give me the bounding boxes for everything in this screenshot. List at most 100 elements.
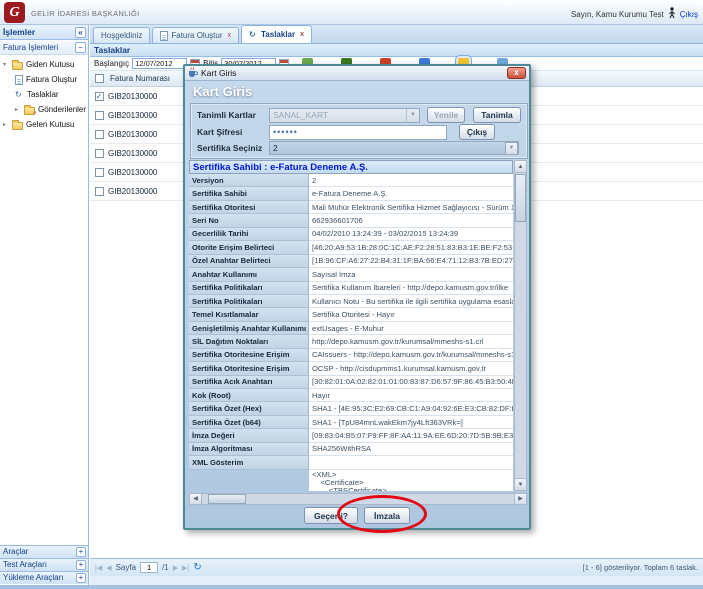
tree-item-gonderilenler[interactable]: ▸ Gönderilenler	[0, 102, 88, 117]
cert-row-label: Seri No	[189, 214, 309, 227]
cert-row[interactable]: Seri No 662936601706	[189, 214, 513, 227]
tab-hosgeldiniz[interactable]: Hoşgeldiniz	[93, 27, 150, 43]
cert-row[interactable]: Gecerlilik Tarihi 04/02/2010 13:24:39 - …	[189, 228, 513, 241]
tab-bar: Hoşgeldiniz Fatura Oluştur x ↻ Taslaklar…	[90, 25, 703, 44]
start-date-input[interactable]	[132, 58, 187, 69]
cert-row[interactable]: Anahtar Kullanımı Sayısal İmza	[189, 268, 513, 281]
cert-row-value: Mali Mühür Elektronik Sertifika Hizmet S…	[309, 201, 513, 214]
row-checkbox[interactable]	[95, 92, 104, 101]
accordion-yukleme-araclari[interactable]: Yükleme Araçları +	[0, 571, 88, 584]
draft-number: GIB20130000	[108, 92, 157, 101]
cert-row[interactable]: Sertifika Özet (b64) SHA1 - [TpU84mnLwak…	[189, 416, 513, 429]
tree-item-gelen-kutusu[interactable]: ▸ Gelen Kutusu	[0, 117, 88, 132]
logout-link[interactable]: Çıkış	[680, 10, 698, 19]
scroll-down-icon[interactable]: ▼	[515, 478, 526, 490]
sidebar-panel-title: İşlemler «	[0, 25, 88, 40]
tree-item-fatura-olustur[interactable]: Fatura Oluştur	[0, 72, 88, 87]
cert-row-label: İmza Değeri	[189, 429, 309, 442]
cert-row[interactable]: Temel Kısıtlamalar Sertifika Otoritesi -…	[189, 308, 513, 321]
certificate-owner-header: Sertifika Sahibi : e-Fatura Deneme A.Ş.	[189, 160, 513, 174]
sign-button[interactable]: İmzala	[364, 507, 410, 524]
cert-row[interactable]: İmza Değeri [09:83:04:B5:07:F9:FF:8F:AA:…	[189, 429, 513, 442]
collapse-sidebar-icon[interactable]: «	[75, 27, 86, 38]
cert-row[interactable]: Otorite Erişim Belirteci [46:20:A9:53:1B…	[189, 241, 513, 254]
exit-button[interactable]: Çıkış	[459, 124, 495, 140]
pager-bar: |◀ ◀ Sayfa /1 ▶ ▶| ↻ [1 - 6] gösteriliyo…	[90, 558, 703, 576]
folder-icon	[12, 122, 23, 130]
tree-item-giden-kutusu[interactable]: ▾ Giden Kutusu	[0, 57, 88, 72]
xml-line: <TBSCertificate>	[312, 487, 510, 491]
scroll-up-icon[interactable]: ▲	[515, 161, 526, 173]
draft-number: GIB20130000	[108, 111, 157, 120]
row-checkbox[interactable]	[95, 111, 104, 120]
cert-row[interactable]: SİL Dağıtım Noktaları http://depo.kamusm…	[189, 335, 513, 348]
cert-row[interactable]: Genişletilmiş Anahtar Kullanımı extUsage…	[189, 322, 513, 335]
cert-row-label: Sertifika Sahibi	[189, 187, 309, 200]
cert-row[interactable]: Sertifika Otoritesi Mali Mühür Elektroni…	[189, 201, 513, 214]
expander-icon[interactable]: ▸	[3, 121, 9, 128]
close-icon[interactable]: x	[507, 67, 526, 79]
invoice-doc-icon	[160, 31, 168, 41]
gib-logo-icon: G	[4, 2, 25, 23]
row-checkbox[interactable]	[95, 168, 104, 177]
xml-preview-text: <XML> <Certificate> <TBSCertificate>	[309, 470, 513, 491]
close-tab-icon[interactable]: x	[300, 31, 304, 38]
collapse-section-icon[interactable]: −	[75, 42, 86, 53]
row-checkbox[interactable]	[95, 187, 104, 196]
expand-icon[interactable]: +	[76, 547, 86, 557]
refresh-icon[interactable]: ↻	[193, 562, 201, 573]
scroll-left-icon[interactable]: ◀	[190, 494, 202, 504]
select-certificate-label: Sertifika Seçiniz	[197, 143, 269, 153]
close-tab-icon[interactable]: x	[228, 32, 232, 39]
cert-row-label: Özel Anahtar Belirteci	[189, 255, 309, 268]
chevron-down-icon[interactable]: ▼	[406, 109, 419, 122]
dialog-title-bar[interactable]: Kart Giris x	[185, 66, 529, 81]
cert-row[interactable]: Sertifika Özet (Hex) SHA1 - [4E:95:3C:E2…	[189, 402, 513, 415]
cert-row[interactable]: Sertifika Politikaları Kullanıcı Notu - …	[189, 295, 513, 308]
cert-row[interactable]: Sertifika Sahibi e-Fatura Deneme A.Ş.	[189, 187, 513, 200]
cert-row-label: Versiyon	[189, 174, 309, 187]
cert-row[interactable]: Sertifika Otoritesine Erişim OCSP - http…	[189, 362, 513, 375]
defined-cards-select[interactable]: SANAL_KART ▼	[269, 108, 420, 123]
card-password-input[interactable]: ••••••	[269, 125, 447, 140]
scroll-right-icon[interactable]: ▶	[514, 494, 526, 504]
cert-row-value: Sertifika Kullanım İbareleri - http://de…	[309, 282, 513, 295]
accordion-araclar[interactable]: Araçlar +	[0, 545, 88, 558]
prev-page-icon[interactable]: ◀	[106, 564, 111, 572]
first-page-icon[interactable]: |◀	[95, 564, 102, 572]
chevron-down-icon[interactable]: ▼	[505, 142, 518, 155]
page-number-input[interactable]	[140, 562, 158, 573]
tab-fatura-olustur[interactable]: Fatura Oluştur x	[152, 27, 239, 43]
cert-row[interactable]: Versiyon 2	[189, 174, 513, 187]
refresh-cards-button[interactable]: Yenile	[427, 107, 465, 123]
row-checkbox[interactable]	[95, 130, 104, 139]
cert-row[interactable]: Sertifika Acık Anahtarı [30:82:01:0A:02:…	[189, 376, 513, 389]
last-page-icon[interactable]: ▶|	[182, 564, 189, 572]
select-all-checkbox[interactable]	[95, 74, 104, 83]
sidebar-section-fatura-islemleri[interactable]: Fatura İşlemleri −	[0, 41, 88, 55]
expand-icon[interactable]: +	[76, 560, 86, 570]
scrollbar-thumb[interactable]	[515, 174, 526, 222]
cert-row-label: Anahtar Kullanımı	[189, 268, 309, 281]
expand-icon[interactable]: +	[76, 573, 86, 583]
tab-taslaklar[interactable]: ↻ Taslaklar x	[241, 25, 312, 43]
cert-row-label: Sertifika Otoritesine Erişim	[189, 349, 309, 362]
cert-row[interactable]: İmza Algoritması SHA256WithRSA	[189, 443, 513, 456]
accordion-test-araclari[interactable]: Test Araçları +	[0, 558, 88, 571]
scrollbar-thumb[interactable]	[208, 494, 246, 504]
next-page-icon[interactable]: ▶	[173, 564, 178, 572]
horizontal-scrollbar[interactable]: ◀ ▶	[189, 493, 527, 505]
certificate-select[interactable]: 2 ▼	[269, 141, 519, 155]
validate-button[interactable]: Geçerli?	[304, 507, 358, 524]
cert-row[interactable]: Özel Anahtar Belirteci [1B:96:CF:A6:27:2…	[189, 255, 513, 268]
cert-row[interactable]: Sertifika Politikaları Sertifika Kullanı…	[189, 282, 513, 295]
cert-row[interactable]: Sertifika Otoritesine Erişim CAIssuers -…	[189, 349, 513, 362]
vertical-scrollbar[interactable]: ▲ ▼	[514, 160, 527, 491]
row-checkbox[interactable]	[95, 149, 104, 158]
cert-row[interactable]: XML Gösterim	[189, 456, 513, 469]
expander-icon[interactable]: ▸	[15, 106, 21, 113]
expander-icon[interactable]: ▾	[3, 61, 9, 68]
define-card-button[interactable]: Tanimla	[473, 107, 521, 123]
cert-row[interactable]: Kok (Root) Hayır	[189, 389, 513, 402]
tree-item-taslaklar[interactable]: ↻ Taslaklar	[0, 87, 88, 102]
